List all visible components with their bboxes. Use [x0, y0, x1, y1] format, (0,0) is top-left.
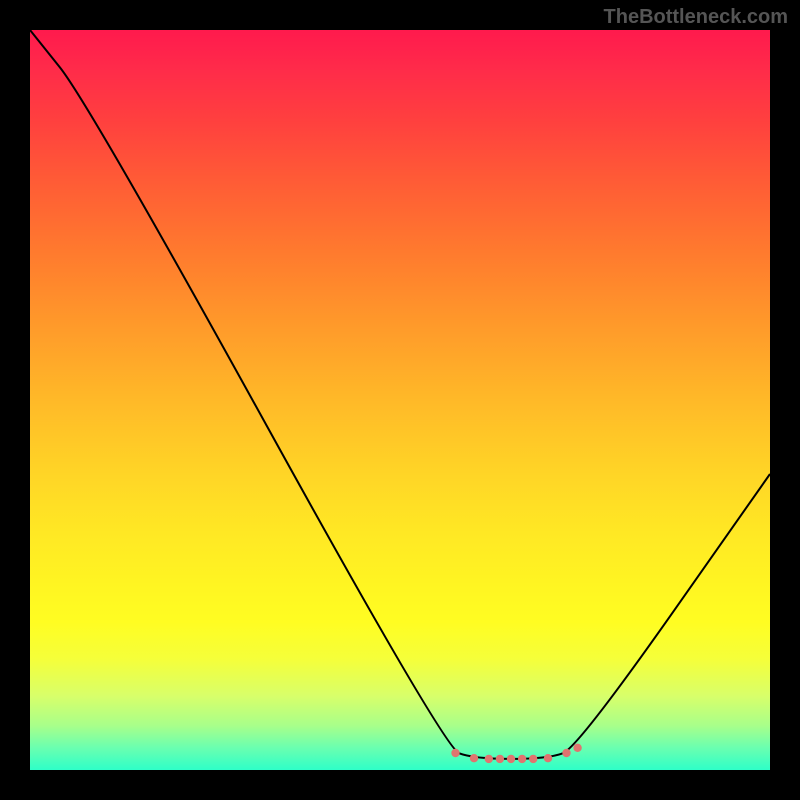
bottleneck-curve	[30, 30, 770, 759]
valley-marker	[451, 749, 459, 757]
valley-marker	[518, 755, 526, 763]
valley-marker	[507, 755, 515, 763]
valley-marker	[496, 755, 504, 763]
watermark-text: TheBottleneck.com	[604, 6, 788, 29]
valley-marker	[573, 744, 581, 752]
valley-marker	[562, 749, 570, 757]
valley-marker	[544, 754, 552, 762]
valley-marker	[485, 755, 493, 763]
valley-marker	[470, 754, 478, 762]
chart-plot-area	[30, 30, 770, 770]
chart-svg	[30, 30, 770, 770]
valley-marker	[529, 755, 537, 763]
